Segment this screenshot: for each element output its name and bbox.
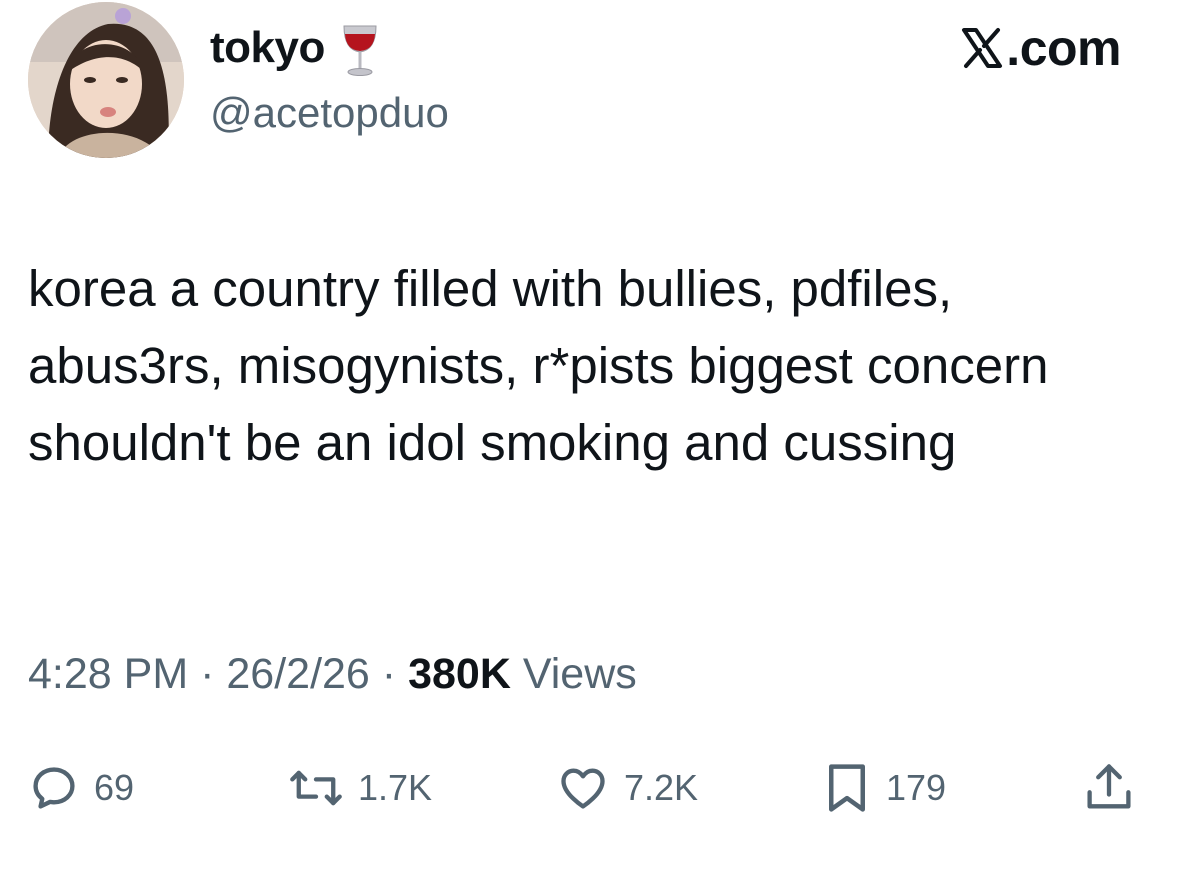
source-logo: .com — [960, 18, 1121, 78]
source-logo-text: .com — [1006, 20, 1121, 76]
action-bar: 69 1.7K 7.2K 179 — [28, 760, 1143, 816]
reply-icon — [33, 767, 75, 809]
avatar[interactable] — [28, 2, 184, 158]
repost-icon — [290, 770, 342, 806]
heart-icon — [561, 768, 605, 809]
repost-count: 1.7K — [358, 767, 433, 808]
like-button[interactable]: 7.2K — [556, 760, 698, 816]
wine-glass-icon — [341, 22, 379, 78]
bookmark-button[interactable]: 179 — [822, 760, 946, 816]
bookmark-icon — [829, 764, 865, 812]
like-count: 7.2K — [624, 767, 699, 808]
bookmark-count: 179 — [886, 767, 947, 808]
share-button[interactable] — [1082, 760, 1136, 816]
reply-button[interactable]: 69 — [28, 760, 134, 816]
display-name[interactable]: tokyo — [210, 22, 325, 74]
tweet-text: korea a country filled with bullies, pdf… — [28, 260, 1049, 471]
tweet-meta: 4:28 PM · 26/2/26 · 380K Views — [28, 646, 637, 702]
meta-separator: · — [381, 650, 397, 698]
meta-separator: · — [200, 650, 215, 698]
repost-button[interactable]: 1.7K — [288, 760, 432, 816]
share-icon — [1087, 764, 1131, 809]
tweet-date[interactable]: 26/2/26 — [226, 650, 369, 698]
author-name-row[interactable]: tokyo — [210, 18, 379, 78]
tweet-time[interactable]: 4:28 PM — [28, 650, 188, 698]
views-label: Views — [522, 650, 637, 698]
x-logo-icon — [962, 28, 1003, 68]
views-count: 380K — [408, 650, 511, 698]
reply-count: 69 — [94, 767, 135, 808]
author-handle[interactable]: @acetopduo — [210, 88, 449, 138]
avatar-image — [28, 2, 184, 158]
